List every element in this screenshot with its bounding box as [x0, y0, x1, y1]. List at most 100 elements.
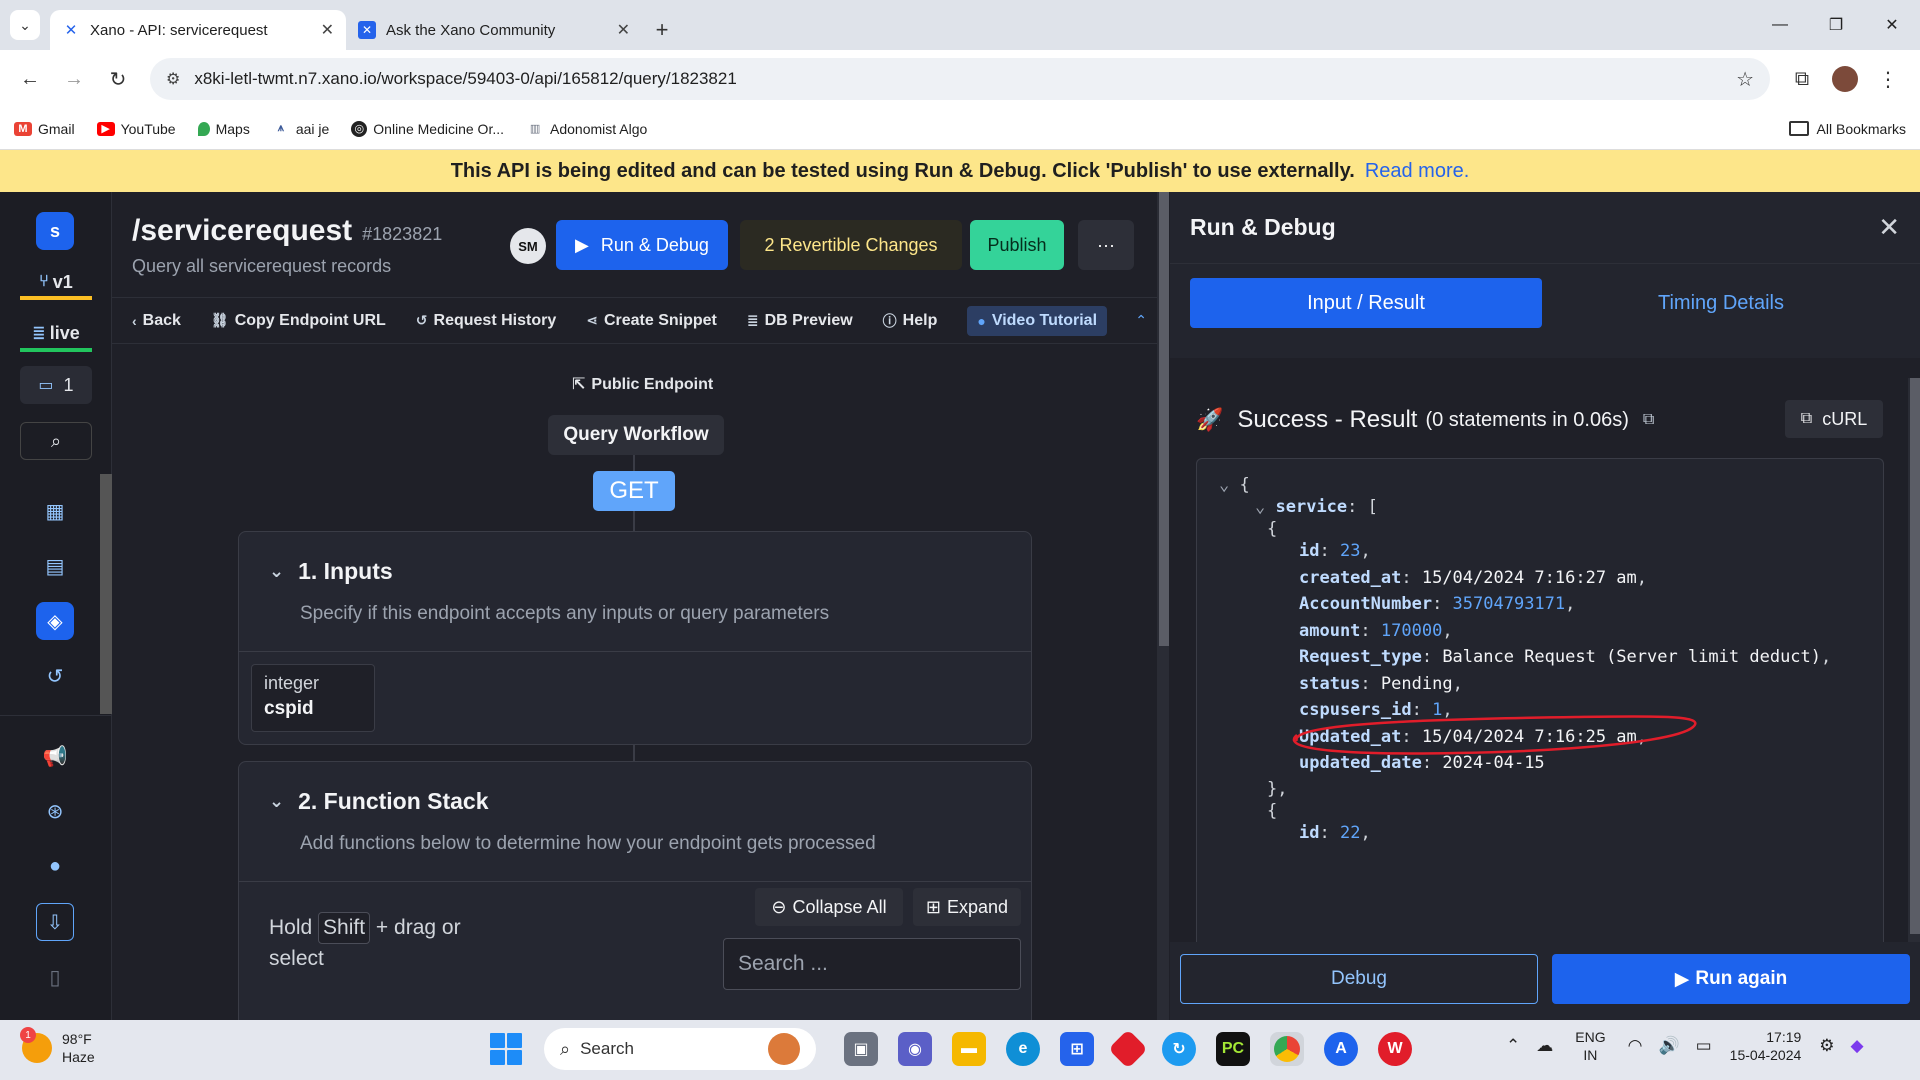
chevron-up-icon[interactable]: ⌃	[1506, 1036, 1520, 1056]
editor-scrollbar[interactable]	[1157, 192, 1169, 1020]
extensions-icon[interactable]: ⧉	[1782, 59, 1822, 99]
branch-selector[interactable]: ⑂ v1	[20, 268, 92, 300]
db-preview-button[interactable]: ≣ DB Preview	[747, 312, 853, 330]
json-root-open[interactable]: ⌄ {	[1219, 475, 1250, 495]
function-search-input[interactable]: Search ...	[723, 938, 1021, 990]
bookmark-star-icon[interactable]: ☆	[1736, 67, 1754, 92]
json-result-viewer[interactable]: ⌄ { ⌄ service: [ { id: 23, created_at: 1…	[1196, 458, 1884, 942]
bookmark-online-medicine[interactable]: ◎ Online Medicine Or...	[351, 120, 504, 137]
battery-icon[interactable]: ▭	[1696, 1036, 1712, 1056]
create-snippet-button[interactable]: ⋖ Create Snippet	[586, 312, 717, 330]
bookmark-gmail[interactable]: M Gmail	[14, 121, 75, 137]
sidebar-search-button[interactable]: ⌕	[20, 422, 92, 460]
back-arrow-icon[interactable]: ←	[12, 61, 48, 97]
copilot-icon[interactable]: ◆	[1851, 1036, 1864, 1056]
tab-search-dropdown[interactable]: ⌄	[10, 10, 40, 40]
collapse-all-button[interactable]: ⊖ Collapse All	[755, 888, 903, 926]
close-icon[interactable]: ✕	[1878, 212, 1900, 243]
tab-input-result[interactable]: Input / Result	[1190, 278, 1542, 328]
minimize-icon[interactable]: —	[1752, 0, 1808, 50]
chevron-up-icon[interactable]: ⌃	[1135, 312, 1147, 329]
bookmark-youtube[interactable]: ▶ YouTube	[96, 121, 176, 137]
debug-button[interactable]: Debug	[1180, 954, 1538, 1004]
url-input[interactable]: ⚙ x8ki-letl-twmt.n7.xano.io/workspace/59…	[150, 58, 1770, 100]
menu-kebab-icon[interactable]: ⋮	[1868, 59, 1908, 99]
curl-button[interactable]: ⧉ cURL	[1785, 400, 1883, 438]
environment-selector[interactable]: ≣ live	[20, 318, 92, 352]
new-tab-button[interactable]: +	[642, 10, 682, 50]
anydesk-icon[interactable]	[1108, 1029, 1148, 1069]
inputs-header[interactable]: ⌄ 1. Inputs Specify if this endpoint acce…	[239, 532, 1031, 652]
teams-icon[interactable]: ◉	[898, 1032, 932, 1066]
history-icon[interactable]: ↺	[36, 657, 74, 695]
api-layers-icon[interactable]: ◈	[36, 602, 74, 640]
bookmark-aai[interactable]: ⩚ aai je	[272, 121, 330, 137]
chrome-icon[interactable]	[1270, 1032, 1304, 1066]
task-view-icon[interactable]: ▣	[844, 1032, 878, 1066]
more-options-button[interactable]: ···	[1078, 220, 1134, 270]
input-param-cspid[interactable]: integer cspid	[251, 664, 375, 732]
function-stack-header[interactable]: ⌄ 2. Function Stack Add functions below t…	[239, 762, 1031, 882]
panel-toggle-icon[interactable]: ▯	[36, 958, 74, 996]
publish-button[interactable]: Publish	[970, 220, 1064, 270]
app-blue-icon[interactable]: ↻	[1162, 1032, 1196, 1066]
comments-button[interactable]: ▭ 1	[20, 366, 92, 404]
weather-widget[interactable]: 1 98°F Haze	[20, 1027, 95, 1066]
tab-timing-details[interactable]: Timing Details	[1545, 278, 1897, 328]
back-button[interactable]: ‹ Back	[132, 312, 181, 330]
expand-button[interactable]: ⊞ Expand	[913, 888, 1021, 926]
pycharm-icon[interactable]: PC	[1216, 1032, 1250, 1066]
user-icon[interactable]: ●	[36, 847, 74, 885]
bookmark-adonomist[interactable]: ▥ Adonomist Algo	[526, 121, 648, 137]
file-explorer-icon[interactable]: ▬	[952, 1032, 986, 1066]
database-tables-icon[interactable]: ▤	[36, 547, 74, 585]
result-scrollbar[interactable]	[1908, 378, 1920, 942]
profile-avatar[interactable]	[1832, 66, 1858, 92]
all-bookmarks-button[interactable]: All Bookmarks	[1788, 121, 1906, 137]
close-tab-icon[interactable]: ✕	[321, 20, 334, 40]
wps-office-icon[interactable]: W	[1378, 1032, 1412, 1066]
wifi-icon[interactable]: ◠	[1628, 1036, 1643, 1056]
help-button[interactable]: ⓘ Help	[883, 311, 938, 331]
http-method-badge[interactable]: GET	[593, 471, 675, 511]
scrollbar-thumb[interactable]	[1159, 192, 1169, 646]
onedrive-icon[interactable]: ☁	[1536, 1036, 1553, 1056]
site-settings-icon[interactable]: ⚙	[166, 69, 180, 89]
run-debug-header: Run & Debug ✕	[1170, 192, 1920, 264]
read-more-link[interactable]: Read more.	[1365, 160, 1470, 183]
copy-icon[interactable]: ⧉	[1643, 411, 1654, 429]
user-avatar[interactable]: SM	[510, 228, 546, 264]
restore-icon[interactable]: ❐	[1808, 0, 1864, 50]
edge-icon[interactable]: e	[1006, 1032, 1040, 1066]
taskbar-search[interactable]: ⌕ Search	[544, 1028, 816, 1070]
sidebar-scrollbar[interactable]	[100, 474, 112, 714]
clock[interactable]: 17:19 15-04-2024	[1730, 1028, 1802, 1064]
store-icon[interactable]: ⊞	[1060, 1032, 1094, 1066]
support-lifebuoy-icon[interactable]: ⊛	[36, 792, 74, 830]
scrollbar-thumb[interactable]	[1910, 378, 1920, 934]
language-indicator[interactable]: ENG IN	[1575, 1028, 1605, 1064]
volume-icon[interactable]: 🔊	[1658, 1036, 1679, 1056]
video-tutorial-button[interactable]: ● Video Tutorial	[967, 305, 1108, 336]
run-again-button[interactable]: ▶ Run again	[1552, 954, 1910, 1004]
bookmark-maps[interactable]: Maps	[197, 121, 250, 137]
workspace-badge[interactable]: s	[36, 212, 74, 250]
browser-tab-xano-api[interactable]: ✕ Xano - API: servicerequest ✕	[50, 10, 346, 50]
json-service-key[interactable]: ⌄ service: [	[1255, 497, 1378, 517]
megaphone-icon[interactable]: 📢	[36, 737, 74, 775]
close-window-icon[interactable]: ✕	[1864, 0, 1920, 50]
app-store-icon[interactable]: A	[1324, 1032, 1358, 1066]
history-icon: ↺	[415, 312, 428, 328]
forward-arrow-icon[interactable]: →	[56, 61, 92, 97]
revertible-changes-button[interactable]: 2 Revertible Changes	[740, 220, 962, 270]
windows-start-icon[interactable]	[490, 1033, 522, 1065]
deploy-icon[interactable]: ⇩	[36, 903, 74, 941]
close-tab-icon[interactable]: ✕	[617, 20, 630, 40]
dashboard-icon[interactable]: ▦	[36, 492, 74, 530]
run-debug-button[interactable]: ▶ Run & Debug	[556, 220, 728, 270]
browser-tab-community[interactable]: ✕ Ask the Xano Community ✕	[346, 10, 642, 50]
copy-endpoint-url-button[interactable]: ⛓ Copy Endpoint URL	[211, 312, 386, 330]
request-history-button[interactable]: ↺ Request History	[416, 312, 556, 330]
settings-gear-icon[interactable]: ⚙	[1819, 1036, 1834, 1056]
reload-icon[interactable]: ↻	[100, 61, 136, 97]
